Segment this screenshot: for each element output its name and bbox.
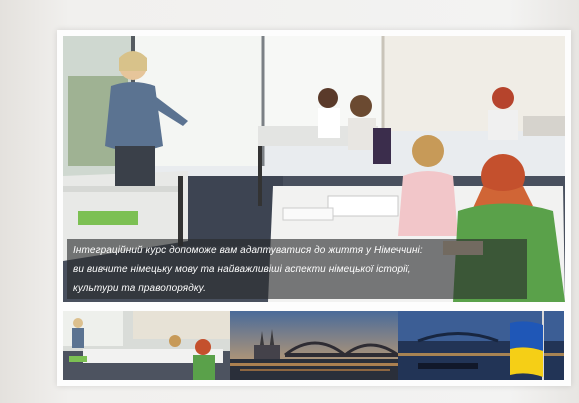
- thumbnail-cologne-cathedral[interactable]: [230, 311, 398, 380]
- image-card: Інтеграційний курс допоможе вам адаптува…: [57, 30, 571, 386]
- thumbnail-ukraine-flag[interactable]: [397, 311, 565, 380]
- thumbnail-classroom[interactable]: [63, 311, 231, 380]
- cologne-cathedral-icon: [230, 311, 398, 380]
- caption-line-3: культури та правопорядку.: [73, 283, 206, 294]
- page: Інтеграційний курс допоможе вам адаптува…: [0, 0, 579, 403]
- ukraine-flag-icon: [397, 311, 564, 380]
- caption-line-1: Інтеграційний курс допоможе вам адаптува…: [73, 245, 423, 256]
- classroom-photo: Інтеграційний курс допоможе вам адаптува…: [63, 36, 565, 302]
- photo-caption: Інтеграційний курс допоможе вам адаптува…: [67, 239, 527, 299]
- classroom-thumb-icon: [63, 311, 231, 380]
- thumbnail-strip: [63, 311, 565, 380]
- caption-line-2: ви вивчите німецьку мову та найважливіші…: [73, 264, 411, 275]
